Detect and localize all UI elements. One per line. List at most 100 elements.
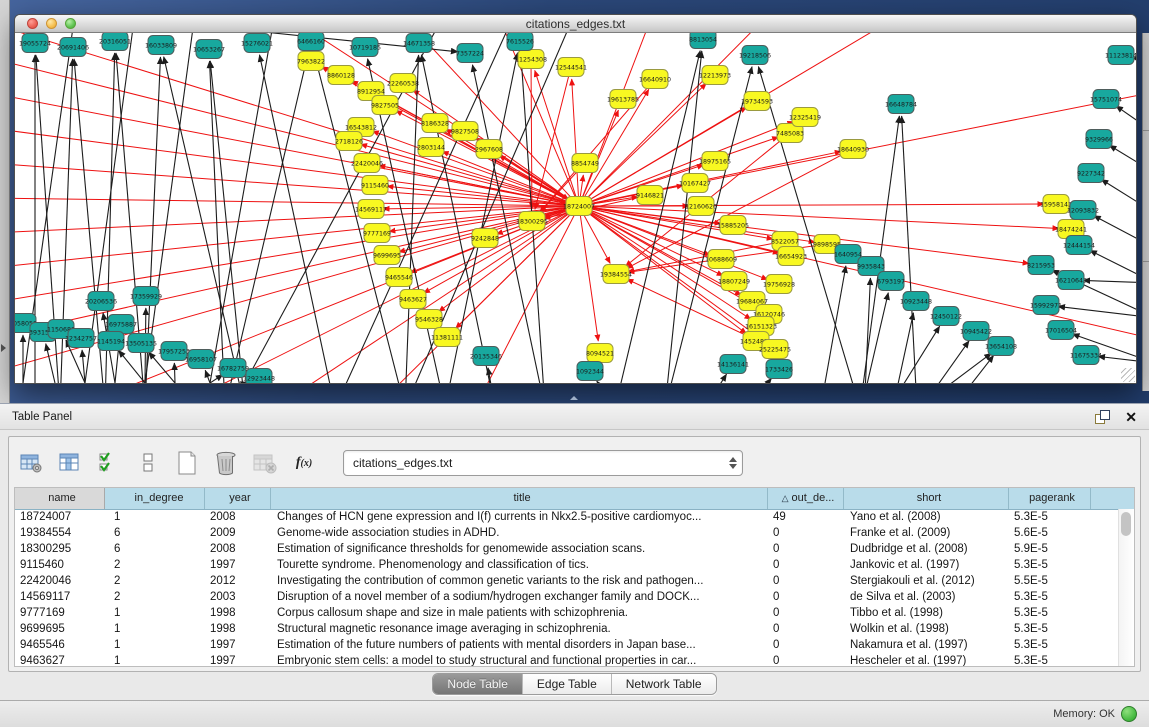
results-panel-collapsed-strip[interactable] [1142, 33, 1149, 391]
split-pane-handle[interactable] [570, 395, 579, 401]
graph-node-16648784[interactable]: 16648784 [885, 95, 917, 114]
graph-node-19613785[interactable]: 19613785 [607, 90, 639, 109]
table-panel-header[interactable]: Table Panel ✕ [0, 403, 1149, 430]
citation-edge-red[interactable] [572, 79, 579, 197]
float-window-icon[interactable] [1095, 410, 1111, 424]
control-panel-expand-icon[interactable] [1, 344, 6, 352]
citation-edge-black[interactable] [865, 278, 870, 383]
network-canvas[interactable]: 1872400779638228860128891295422260538982… [15, 33, 1136, 383]
vertical-scrollbar[interactable] [1118, 509, 1134, 666]
citation-edge-black[interactable] [1116, 106, 1136, 133]
graph-node-7615526[interactable]: 7615526 [506, 33, 534, 51]
graph-node-12544541[interactable]: 12544541 [555, 58, 587, 77]
citation-edge-red[interactable] [627, 153, 845, 268]
graph-node-10719185[interactable]: 10719185 [349, 38, 381, 57]
graph-node-6793197[interactable]: 6793197 [877, 272, 905, 291]
graph-node-12450122[interactable]: 12450122 [930, 307, 962, 326]
graph-node-25225475[interactable]: 25225475 [759, 340, 791, 359]
table-row[interactable]: 946554611997Estimation of the future num… [15, 637, 1118, 653]
graph-node-18975165[interactable]: 18975165 [699, 152, 731, 171]
graph-node-8854749[interactable]: 8854749 [571, 154, 599, 173]
graph-node-2718126[interactable]: 2718126 [335, 132, 363, 151]
graph-node-11675334[interactable]: 11675334 [1070, 346, 1102, 365]
graph-node-9463627[interactable]: 9463627 [399, 290, 427, 309]
graph-node-2967608[interactable]: 2967608 [475, 140, 503, 159]
graph-node-11381111[interactable]: 11381111 [431, 328, 463, 347]
graph-node-2803144[interactable]: 2803144 [417, 138, 445, 157]
citation-edge-black[interactable] [925, 353, 991, 383]
graph-node-1145194[interactable]: 1145194 [97, 332, 125, 351]
graph-node-8860128[interactable]: 8860128 [327, 66, 355, 85]
graph-node-9777169[interactable]: 9777169 [363, 224, 391, 243]
citation-edge-red[interactable] [580, 215, 598, 341]
graph-node-18640930[interactable]: 18640930 [837, 140, 869, 159]
graph-node-19218506[interactable]: 19218506 [739, 46, 771, 65]
graph-node-19734593[interactable]: 19734593 [741, 92, 773, 111]
graph-node-12342757[interactable]: 12342757 [65, 329, 97, 348]
citation-edge-red[interactable] [531, 68, 532, 209]
graph-node-9699695[interactable]: 9699695 [373, 246, 401, 265]
table-row[interactable]: 946362711997Embryonic stem cells: a mode… [15, 653, 1118, 666]
graph-node-19756928[interactable]: 19756928 [763, 275, 795, 294]
tab-network-table[interactable]: Network Table [612, 674, 716, 694]
graph-node-13654108[interactable]: 13654108 [985, 337, 1017, 356]
citation-edge-black[interactable] [205, 370, 210, 383]
control-panel-collapsed-strip[interactable] [0, 0, 10, 403]
citation-edge-black[interactable] [1058, 306, 1136, 318]
citation-edge-black[interactable] [1083, 280, 1136, 283]
citation-edge-black[interactable] [1090, 250, 1136, 283]
graph-node-7963822[interactable]: 7963822 [297, 52, 325, 71]
table-row[interactable]: 1456911722003Disruption of a novel membe… [15, 589, 1118, 605]
graph-node-9827505[interactable]: 9827505 [371, 96, 399, 115]
graph-node-14569117[interactable]: 14569117 [355, 200, 387, 219]
minimize-icon[interactable] [46, 18, 57, 29]
citation-edge-black[interactable] [1098, 356, 1136, 363]
graph-node-22260538[interactable]: 22260538 [387, 74, 419, 93]
resize-grip[interactable] [1121, 368, 1135, 382]
graph-node-12093832[interactable]: 12093832 [1067, 201, 1099, 220]
column-header-short[interactable]: short [844, 488, 1009, 509]
graph-node-9146821[interactable]: 9146821 [636, 186, 664, 205]
graph-node-15276021[interactable]: 15276021 [241, 34, 273, 53]
graph-node-15992971[interactable]: 15992971 [1030, 296, 1062, 315]
citation-edge-black[interactable] [164, 57, 245, 383]
graph-node-16640910[interactable]: 16640910 [639, 70, 671, 89]
graph-node-12325419[interactable]: 12325419 [789, 108, 821, 127]
graph-node-9115460[interactable]: 9115460 [361, 176, 389, 195]
graph-node-10945422[interactable]: 10945422 [960, 322, 992, 341]
graph-node-16975887[interactable]: 16975887 [105, 315, 137, 334]
graph-node-20316051[interactable]: 20316051 [99, 33, 131, 51]
column-header-name[interactable]: name [15, 488, 105, 509]
citation-edge-black[interactable] [825, 266, 846, 383]
graph-node-12923448[interactable]: 12923448 [243, 369, 275, 384]
citation-edge-black[interactable] [902, 116, 917, 383]
table-row[interactable]: 2242004622012Investigating the contribut… [15, 573, 1118, 589]
citation-edge-black[interactable] [210, 33, 275, 383]
citation-edge-red[interactable] [535, 70, 576, 197]
graph-node-18724007[interactable]: 18724007 [563, 197, 595, 216]
table-row[interactable]: 911546021997Tourette syndrome. Phenomeno… [15, 557, 1118, 573]
citation-edge-black[interactable] [750, 378, 771, 383]
memory-status-icon[interactable] [1121, 706, 1137, 722]
window-titlebar[interactable]: citations_edges.txt [15, 15, 1136, 33]
citation-edge-red[interactable] [423, 210, 571, 293]
column-visibility-icon[interactable] [56, 449, 84, 477]
graph-node-12444154[interactable]: 12444154 [1063, 236, 1095, 255]
citation-edge-black[interactable] [1094, 216, 1136, 248]
select-rows-icon[interactable] [95, 449, 123, 477]
graph-node-16210643[interactable]: 16210643 [1055, 271, 1087, 290]
close-panel-icon[interactable]: ✕ [1125, 410, 1137, 424]
graph-node-9329966[interactable]: 9329966 [1085, 130, 1113, 149]
graph-node-9242848[interactable]: 9242848 [471, 229, 499, 248]
graph-node-15885205[interactable]: 15885205 [717, 216, 749, 235]
citation-edge-black[interactable] [705, 374, 727, 383]
citation-edge-red[interactable] [15, 208, 570, 338]
column-header-in_degree[interactable]: in_degree [105, 488, 205, 509]
tab-node-table[interactable]: Node Table [433, 674, 523, 694]
close-icon[interactable] [27, 18, 38, 29]
graph-node-8186328[interactable]: 8186328 [421, 114, 449, 133]
graph-node-15751074[interactable]: 15751074 [1090, 90, 1122, 109]
graph-node-14671358[interactable]: 14671358 [403, 34, 435, 53]
graph-node-1092344[interactable]: 1092344 [576, 362, 604, 381]
graph-node-8094521[interactable]: 8094521 [586, 344, 614, 363]
